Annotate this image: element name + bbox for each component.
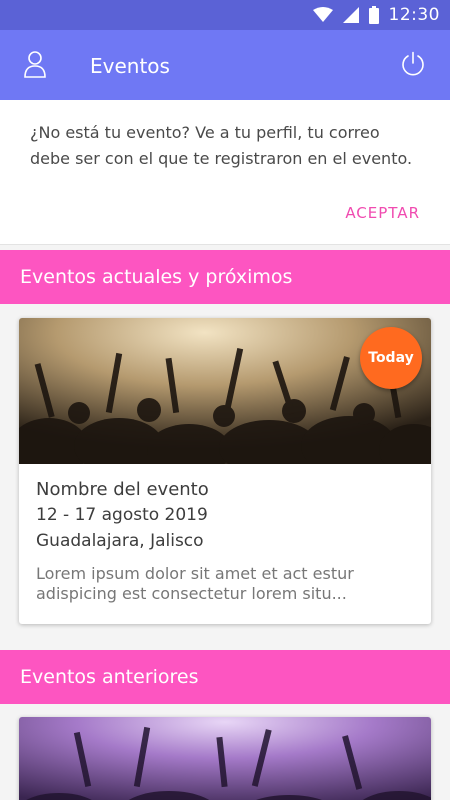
- power-icon: [400, 51, 426, 81]
- today-badge: Today: [360, 327, 422, 389]
- signal-icon: [342, 7, 359, 23]
- wifi-icon: [312, 7, 333, 23]
- user-icon: [23, 50, 47, 82]
- section-past-events-header: Eventos anteriores: [0, 650, 450, 704]
- status-bar: 12:30: [0, 0, 450, 30]
- app-bar: Eventos: [0, 30, 450, 100]
- event-name: Nombre del evento: [36, 479, 209, 500]
- event-card[interactable]: Today Nombre del evento 12 - 17 agosto 2…: [19, 318, 431, 624]
- event-photo: Today: [19, 318, 431, 464]
- page-title: Eventos: [90, 54, 170, 78]
- event-card[interactable]: [19, 717, 431, 800]
- section-current-events-header: Eventos actuales y próximos: [0, 250, 450, 304]
- event-location: Guadalajara, Jalisco: [36, 531, 204, 551]
- event-description: Lorem ipsum dolor sit amet et act estur …: [36, 564, 354, 603]
- profile-button[interactable]: [20, 51, 50, 81]
- accept-button[interactable]: ACEPTAR: [345, 204, 420, 222]
- battery-icon: [368, 6, 379, 24]
- logout-button[interactable]: [398, 51, 428, 81]
- missing-event-notice: ¿No está tu evento? Ve a tu perfil, tu c…: [0, 100, 450, 245]
- notice-message: ¿No está tu evento? Ve a tu perfil, tu c…: [30, 123, 413, 168]
- status-time: 12:30: [388, 5, 440, 25]
- event-date: 12 - 17 agosto 2019: [36, 505, 208, 525]
- event-photo: [19, 717, 431, 800]
